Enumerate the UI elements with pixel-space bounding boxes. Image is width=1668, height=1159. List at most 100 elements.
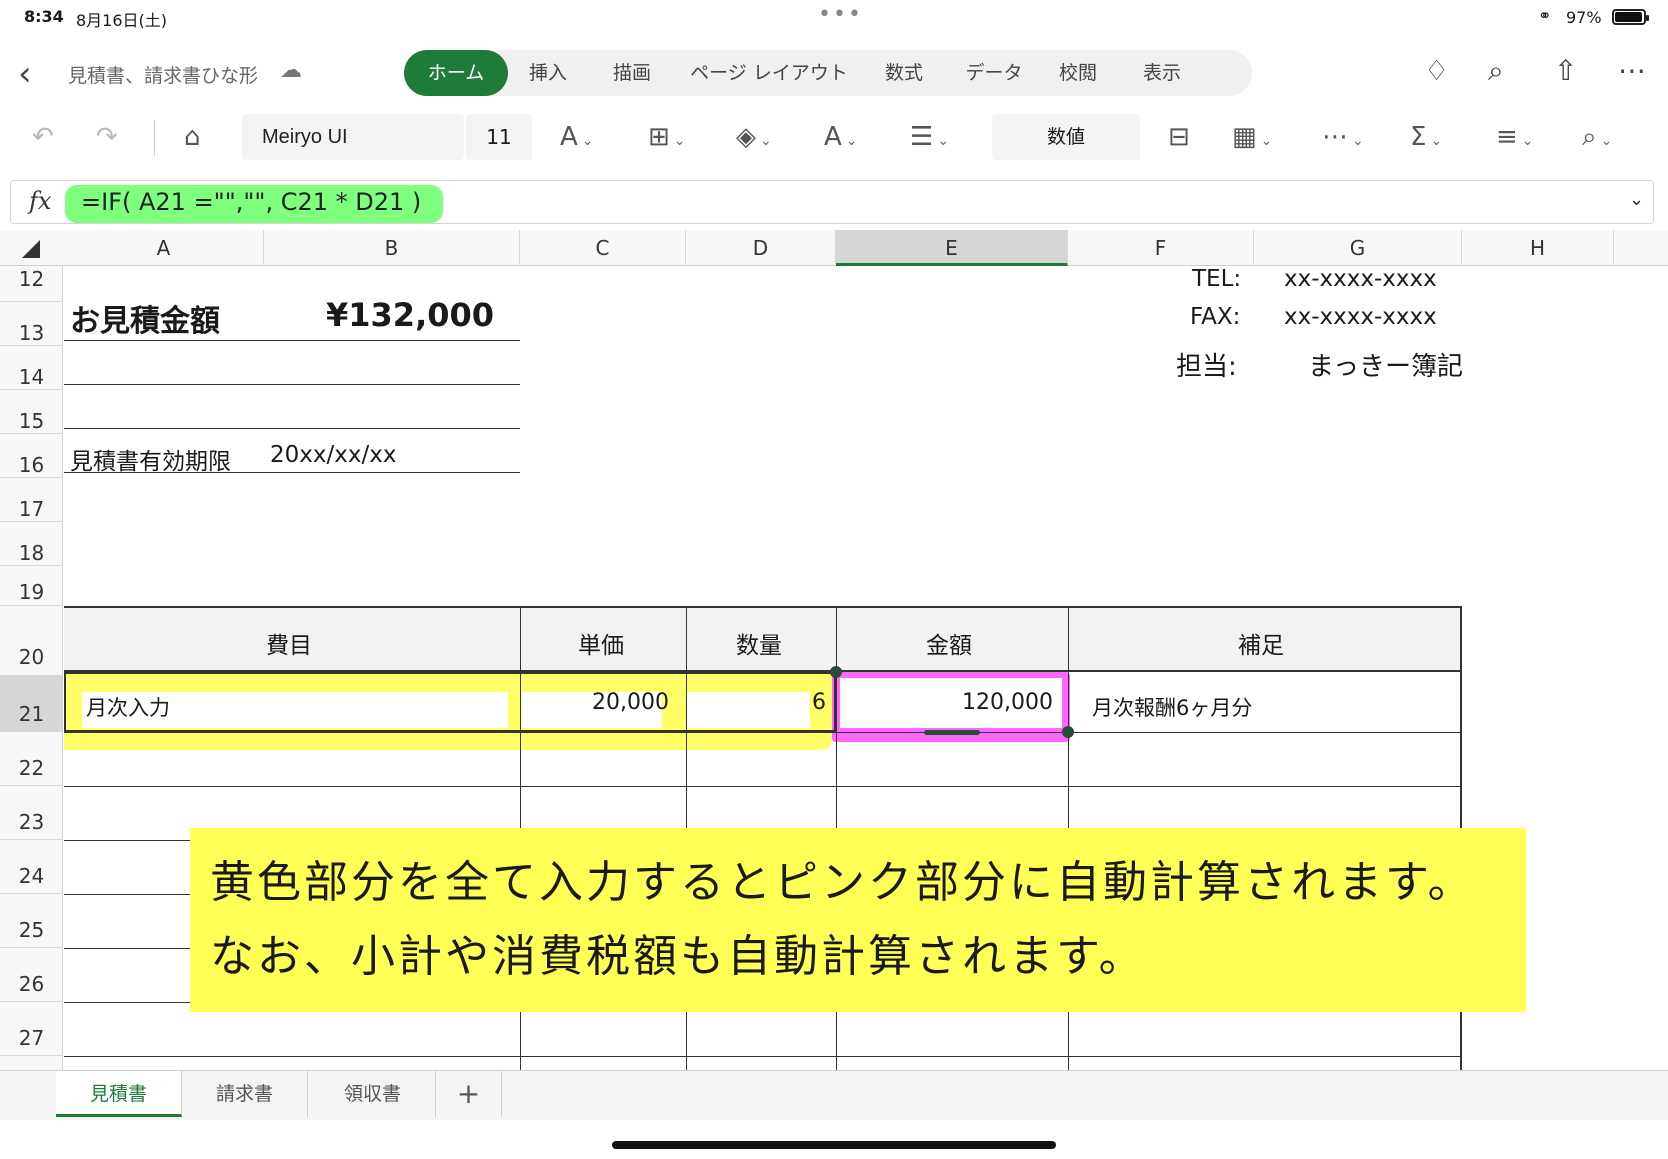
row-header-25[interactable]: 25 xyxy=(0,894,63,948)
redo-icon[interactable]: ↷ xyxy=(96,116,118,158)
sheet-tab-invoice[interactable]: 請求書 xyxy=(182,1071,308,1117)
tab-insert[interactable]: 挿入 xyxy=(514,50,582,96)
cell-amount[interactable]: 120,000 xyxy=(962,690,1053,715)
validity-label[interactable]: 見積書有効期限 xyxy=(70,442,231,476)
instruction-callout: 黄色部分を全て入力するとピンク部分に自動計算されます。 なお、小計や消費税額も自… xyxy=(190,828,1526,1012)
tab-data[interactable]: データ xyxy=(954,50,1034,96)
column-header-b[interactable]: B xyxy=(264,230,520,266)
column-header-g[interactable]: G xyxy=(1254,230,1462,266)
status-date: 8月16日(土) xyxy=(76,11,168,30)
row-21-border xyxy=(64,732,1462,733)
header-amount[interactable]: 金額 xyxy=(926,626,972,660)
underline-15 xyxy=(64,428,520,429)
more-options-icon[interactable]: ⋯ ⌄ xyxy=(1322,116,1364,158)
row-header-24[interactable]: 24 xyxy=(0,840,63,894)
estimate-amount[interactable]: ¥132,000 xyxy=(326,296,494,334)
header-note[interactable]: 補足 xyxy=(1238,626,1284,660)
tab-home[interactable]: ホーム xyxy=(404,50,508,96)
cell-unit-price[interactable]: 20,000 xyxy=(592,690,669,715)
row-header-26[interactable]: 26 xyxy=(0,948,63,1002)
more-icon[interactable]: ⋯ xyxy=(1618,54,1646,87)
tab-view[interactable]: 表示 xyxy=(1128,50,1196,96)
battery-percent: 97% xyxy=(1566,8,1602,27)
select-all-icon[interactable] xyxy=(22,240,40,258)
battery-fill xyxy=(1615,12,1643,22)
row-header-17[interactable]: 17 xyxy=(0,478,63,522)
row-header-15[interactable]: 15 xyxy=(0,390,63,434)
column-header-c[interactable]: C xyxy=(520,230,686,266)
wrap-text-icon[interactable]: ⊟ xyxy=(1168,116,1190,158)
cell-note[interactable]: 月次報酬6ヶ月分 xyxy=(1092,692,1252,722)
column-header-f[interactable]: F xyxy=(1068,230,1254,266)
add-sheet-button[interactable]: + xyxy=(436,1071,502,1117)
row-header-14[interactable]: 14 xyxy=(0,346,63,390)
row-21-outline xyxy=(64,672,836,732)
underline-16 xyxy=(64,472,520,473)
font-color-icon[interactable]: A ⌄ xyxy=(824,116,858,158)
search-icon[interactable]: ⌕ xyxy=(1488,54,1504,88)
tab-draw[interactable]: 描画 xyxy=(598,50,666,96)
back-chevron-icon[interactable]: ‹ xyxy=(18,54,32,94)
table-style-icon[interactable]: ▦ ⌄ xyxy=(1232,116,1272,158)
cell-item[interactable]: 月次入力 xyxy=(86,692,170,722)
document-title[interactable]: 見積書、請求書ひな形 xyxy=(68,61,258,88)
battery-icon xyxy=(1612,9,1649,25)
number-format-field[interactable]: 数値 xyxy=(992,114,1140,160)
chevron-down-icon[interactable]: ⌄ xyxy=(1629,189,1644,210)
underline-14 xyxy=(64,384,520,385)
contact-label[interactable]: 担当: xyxy=(1176,346,1237,383)
sheet-tab-estimate[interactable]: 見積書 xyxy=(56,1071,182,1117)
header-qty[interactable]: 数量 xyxy=(736,626,782,660)
toolbar-divider xyxy=(154,120,155,156)
selection-handle-top-left[interactable] xyxy=(830,666,842,678)
fax-value[interactable]: xx-xxxx-xxxx xyxy=(1284,304,1437,330)
formula-bar[interactable]: fx =IF( A21 ="","", C21 * D21 ) ⌄ xyxy=(10,180,1654,224)
header-unit-price[interactable]: 単価 xyxy=(578,626,624,660)
font-size-adjust-icon[interactable]: A ⌄ xyxy=(560,116,594,158)
find-icon[interactable]: ⌕ ⌄ xyxy=(1582,116,1612,158)
status-bar: 8:34 8月16日(土) ••• ⚭ 97% xyxy=(0,0,1668,36)
row-header-18[interactable]: 18 xyxy=(0,522,63,566)
estimate-label[interactable]: お見積金額 xyxy=(70,296,220,340)
contact-value[interactable]: まっきー簿記 xyxy=(1308,346,1463,383)
autosum-icon[interactable]: Σ ⌄ xyxy=(1410,116,1442,158)
row-header-22[interactable]: 22 xyxy=(0,732,63,786)
font-name-field[interactable]: Meiryo UI xyxy=(242,114,464,160)
tel-label[interactable]: TEL: xyxy=(1192,266,1241,292)
row-header-20[interactable]: 20 xyxy=(0,606,63,676)
font-size-field[interactable]: 11 xyxy=(466,114,532,160)
tel-value[interactable]: xx-xxxx-xxxx xyxy=(1284,266,1437,292)
row-header-27[interactable]: 27 xyxy=(0,1002,63,1056)
fill-handle-bar[interactable] xyxy=(924,730,980,735)
sort-filter-icon[interactable]: ≡ ⌄ xyxy=(1496,116,1534,158)
fax-label[interactable]: FAX: xyxy=(1190,304,1240,330)
lightbulb-icon[interactable]: ♢ xyxy=(1424,54,1449,87)
borders-icon[interactable]: ⊞ ⌄ xyxy=(648,116,686,158)
share-icon[interactable]: ⇧ xyxy=(1554,54,1577,87)
selection-handle-bottom-right[interactable] xyxy=(1062,726,1074,738)
row-header-12[interactable]: 12 xyxy=(0,266,63,302)
undo-icon[interactable]: ↶ xyxy=(32,116,54,158)
tab-formulas[interactable]: 数式 xyxy=(870,50,938,96)
sheet-tab-receipt[interactable]: 領収書 xyxy=(310,1071,436,1117)
column-header-e[interactable]: E xyxy=(836,230,1068,266)
multitask-dots-icon[interactable]: ••• xyxy=(818,2,863,27)
row-header-21[interactable]: 21 xyxy=(0,676,63,732)
cell-qty[interactable]: 6 xyxy=(812,690,826,715)
formula-text[interactable]: =IF( A21 ="","", C21 * D21 ) xyxy=(81,188,421,216)
row-header-13[interactable]: 13 xyxy=(0,302,63,346)
validity-date[interactable]: 20xx/xx/xx xyxy=(270,442,396,468)
home-indicator[interactable] xyxy=(612,1141,1056,1149)
row-header-16[interactable]: 16 xyxy=(0,434,63,478)
header-item[interactable]: 費目 xyxy=(266,626,312,660)
align-icon[interactable]: ☰ ⌄ xyxy=(910,116,949,158)
column-header-a[interactable]: A xyxy=(64,230,264,266)
tab-review[interactable]: 校閲 xyxy=(1044,50,1112,96)
column-header-h[interactable]: H xyxy=(1462,230,1614,266)
row-header-23[interactable]: 23 xyxy=(0,786,63,840)
format-painter-icon[interactable]: ⌂ xyxy=(184,116,201,158)
row-header-19[interactable]: 19 xyxy=(0,566,63,606)
column-header-d[interactable]: D xyxy=(686,230,836,266)
tab-page-layout[interactable]: ページ レイアウト xyxy=(684,50,854,96)
fill-color-icon[interactable]: ◈ ⌄ xyxy=(736,116,772,158)
